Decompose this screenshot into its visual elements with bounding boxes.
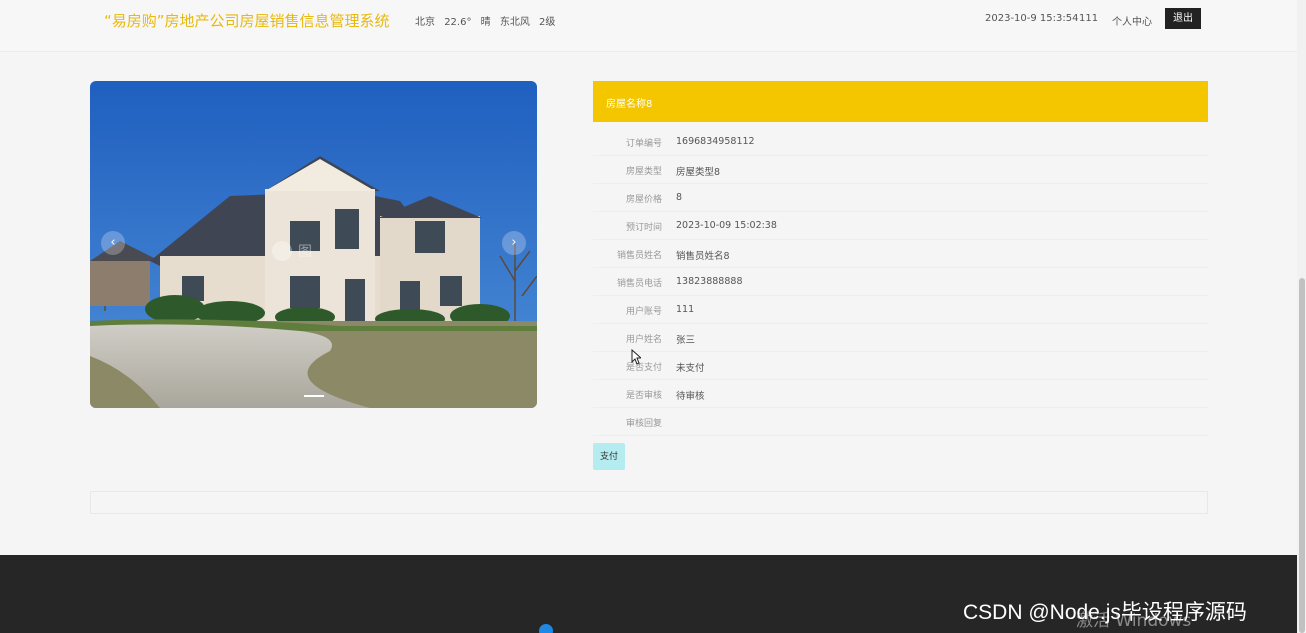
carousel-next-arrow-icon[interactable]: › — [502, 231, 526, 255]
site-title[interactable]: “易房购”房地产公司房屋销售信息管理系统 — [104, 10, 390, 31]
house-name: 房屋名称8 — [606, 99, 653, 110]
profile-link[interactable]: 个人中心 — [1112, 13, 1152, 28]
detail-value: 2023-10-09 15:02:38 — [676, 220, 777, 231]
csdn-watermark: CSDN @Node.js毕设程序源码 — [963, 601, 1247, 624]
detail-row-order-number: 订单编号 1696834958112 — [593, 128, 1208, 156]
detail-label: 是否审核 — [625, 391, 662, 401]
detail-label: 房屋类型 — [625, 167, 662, 177]
house-image-carousel[interactable]: 图 — [90, 81, 537, 408]
back-to-top-icon[interactable] — [539, 624, 553, 633]
detail-label: 用户账号 — [625, 307, 662, 317]
detail-label: 审核回复 — [625, 419, 662, 429]
detail-value: 张三 — [676, 335, 696, 346]
detail-value: 1696834958112 — [676, 136, 755, 147]
detail-row-user-name: 用户姓名 张三 — [593, 324, 1208, 352]
current-username: 111 — [1079, 13, 1099, 24]
weather-temperature: 22.6° — [444, 17, 472, 28]
top-header: “易房购”房地产公司房屋销售信息管理系统 北京 22.6° 晴 东北风 2级 2… — [0, 0, 1306, 52]
current-datetime: 2023-10-9 15:3:54 — [985, 13, 1079, 24]
detail-row-booking-time: 预订时间 2023-10-09 15:02:38 — [593, 212, 1208, 240]
detail-label: 用户姓名 — [625, 335, 662, 345]
house-photo: 图 — [90, 81, 537, 408]
carousel-indicator[interactable] — [304, 395, 324, 397]
detail-row-payment-status: 是否支付 未支付 — [593, 352, 1208, 380]
detail-row-user-account: 用户账号 111 — [593, 296, 1208, 324]
mouse-cursor-icon — [631, 349, 641, 365]
detail-value: 销售员姓名8 — [676, 251, 730, 262]
logout-button[interactable]: 退出 — [1165, 8, 1201, 29]
image-watermark: 图 — [298, 244, 312, 260]
weather-condition: 晴 — [480, 17, 491, 28]
detail-value: 未支付 — [676, 363, 705, 374]
detail-row-house-price: 房屋价格 8 — [593, 184, 1208, 212]
weather-city: 北京 — [415, 17, 435, 28]
scrollbar-thumb[interactable] — [1299, 278, 1305, 633]
detail-row-salesperson-phone: 销售员电话 13823888888 — [593, 268, 1208, 296]
detail-value: 房屋类型8 — [676, 167, 721, 178]
weather-wind: 东北风 — [499, 17, 530, 28]
content-divider — [90, 491, 1208, 514]
house-detail-header: 房屋名称8 — [593, 81, 1208, 122]
detail-label: 订单编号 — [625, 139, 662, 149]
detail-value: 8 — [676, 192, 683, 203]
detail-row-review-status: 是否审核 待审核 — [593, 380, 1208, 408]
weather-widget: 北京 22.6° 晴 东北风 2级 — [415, 13, 561, 28]
carousel-prev-arrow-icon[interactable]: ‹ — [101, 231, 125, 255]
detail-label: 销售员电话 — [616, 279, 662, 289]
weather-level: 2级 — [539, 17, 556, 28]
detail-row-house-type: 房屋类型 房屋类型8 — [593, 156, 1208, 184]
detail-value: 111 — [676, 304, 695, 315]
detail-row-salesperson-name: 销售员姓名 销售员姓名8 — [593, 240, 1208, 268]
detail-label: 预订时间 — [625, 223, 662, 233]
detail-label: 房屋价格 — [625, 195, 662, 205]
detail-value: 待审核 — [676, 391, 705, 402]
detail-label: 销售员姓名 — [616, 251, 662, 261]
detail-value: 13823888888 — [676, 276, 743, 287]
detail-row-review-reply: 审核回复 — [593, 408, 1208, 436]
pay-button[interactable]: 支付 — [593, 443, 625, 470]
